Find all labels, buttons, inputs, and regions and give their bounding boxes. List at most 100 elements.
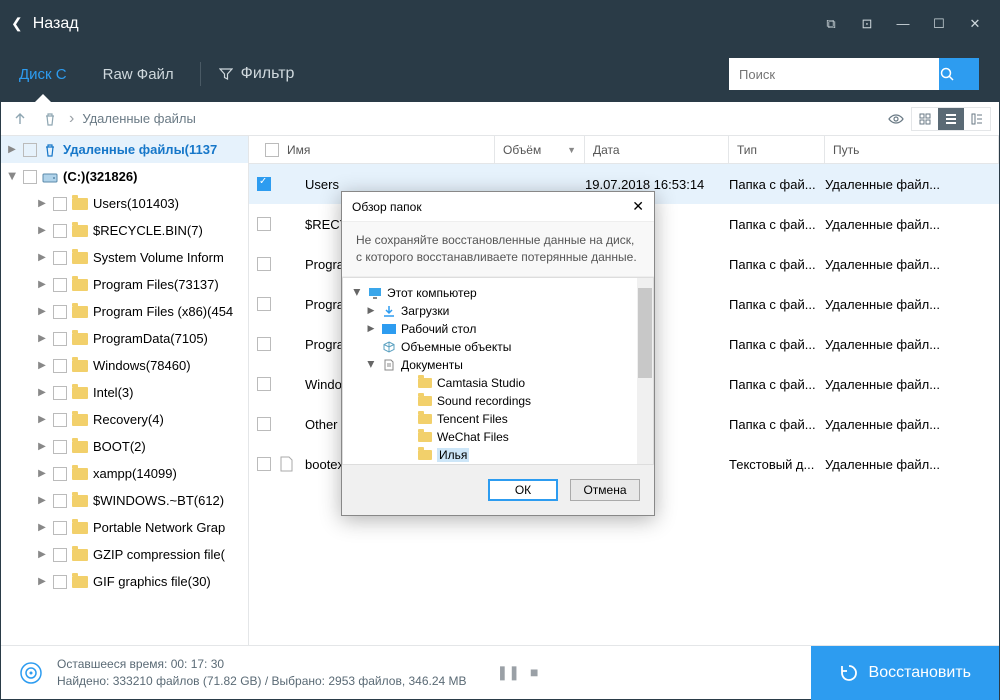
view-grid-button[interactable] (912, 108, 938, 130)
sidebar-folder[interactable]: ▶Program Files (x86)(454 (1, 298, 248, 325)
chevron-right-icon[interactable]: ▶ (35, 522, 49, 533)
stop-button[interactable]: ■ (530, 664, 538, 681)
back-button[interactable]: ❮ Назад (11, 15, 79, 33)
chevron-down-icon[interactable]: ▶ (366, 359, 377, 371)
tree-3d-objects[interactable]: Объемные объекты (343, 338, 653, 356)
sidebar-folder[interactable]: ▶Intel(3) (1, 379, 248, 406)
checkbox[interactable] (53, 413, 67, 427)
sidebar-folder[interactable]: ▶$RECYCLE.BIN(7) (1, 217, 248, 244)
tab-disk-c[interactable]: Диск C (1, 46, 85, 102)
view-list-button[interactable] (938, 108, 964, 130)
sidebar-deleted-files[interactable]: ▶ Удаленные файлы(1137 (1, 136, 248, 163)
preview-button[interactable] (883, 108, 909, 130)
up-button[interactable] (9, 108, 31, 130)
sidebar-folder[interactable]: ▶Recovery(4) (1, 406, 248, 433)
search-button[interactable] (939, 58, 979, 90)
chevron-down-icon[interactable]: ▶ (7, 170, 18, 184)
chevron-right-icon[interactable]: ▶ (35, 198, 49, 209)
chevron-right-icon[interactable]: ▶ (35, 333, 49, 344)
window-square2-icon[interactable]: ⊡ (858, 15, 876, 33)
dialog-title-bar[interactable]: Обзор папок ✕ (342, 192, 654, 222)
tree-folder[interactable]: WeChat Files (343, 428, 653, 446)
checkbox[interactable] (53, 359, 67, 373)
checkbox[interactable] (53, 251, 67, 265)
delete-button[interactable] (39, 108, 61, 130)
tree-folder[interactable]: Sound recordings (343, 392, 653, 410)
sidebar-folder[interactable]: ▶System Volume Inform (1, 244, 248, 271)
maximize-icon[interactable]: ☐ (930, 15, 948, 33)
checkbox[interactable] (257, 337, 271, 351)
sidebar-folder[interactable]: ▶Users(101403) (1, 190, 248, 217)
chevron-right-icon[interactable]: ▶ (365, 323, 377, 334)
tab-raw-file[interactable]: Raw Файл (85, 46, 192, 102)
sidebar-folder[interactable]: ▶GIF graphics file(30) (1, 568, 248, 595)
checkbox[interactable] (53, 305, 67, 319)
window-square1-icon[interactable]: ⧉ (822, 15, 840, 33)
sidebar-folder[interactable]: ▶$WINDOWS.~BT(612) (1, 487, 248, 514)
tree-music[interactable]: ▶ Музыка (343, 464, 653, 465)
checkbox[interactable] (53, 575, 67, 589)
checkbox[interactable] (257, 457, 271, 471)
dialog-close-button[interactable]: ✕ (632, 198, 644, 215)
chevron-right-icon[interactable]: ▶ (35, 225, 49, 236)
tree-this-pc[interactable]: ▶ Этот компьютер (343, 284, 653, 302)
checkbox[interactable] (257, 177, 271, 191)
tree-documents[interactable]: ▶ Документы (343, 356, 653, 374)
checkbox[interactable] (257, 297, 271, 311)
view-detail-button[interactable] (964, 108, 990, 130)
sidebar-folder[interactable]: ▶Portable Network Grap (1, 514, 248, 541)
col-date[interactable]: Дата (593, 143, 620, 157)
filter-button[interactable]: Фильтр (209, 65, 305, 83)
checkbox[interactable] (257, 377, 271, 391)
chevron-right-icon[interactable]: ▶ (365, 305, 377, 316)
tree-folder[interactable]: Tencent Files (343, 410, 653, 428)
tree-downloads[interactable]: ▶ Загрузки (343, 302, 653, 320)
sidebar-disk-c[interactable]: ▶ (C:)(321826) (1, 163, 248, 190)
checkbox[interactable] (53, 278, 67, 292)
col-name[interactable]: Имя (287, 143, 310, 157)
checkbox[interactable] (257, 257, 271, 271)
checkbox[interactable] (53, 440, 67, 454)
sidebar-folder[interactable]: ▶Windows(78460) (1, 352, 248, 379)
sidebar-folder[interactable]: ▶xampp(14099) (1, 460, 248, 487)
checkbox[interactable] (53, 548, 67, 562)
search-input[interactable] (729, 58, 939, 90)
close-icon[interactable]: ✕ (966, 15, 984, 33)
checkbox[interactable] (53, 521, 67, 535)
chevron-right-icon[interactable]: ▶ (35, 306, 49, 317)
checkbox[interactable] (53, 494, 67, 508)
col-path[interactable]: Путь (833, 143, 859, 157)
chevron-right-icon[interactable]: ▶ (35, 360, 49, 371)
chevron-right-icon[interactable]: ▶ (35, 576, 49, 587)
checkbox[interactable] (257, 217, 271, 231)
chevron-right-icon[interactable]: ▶ (35, 387, 49, 398)
checkbox[interactable] (53, 224, 67, 238)
pause-button[interactable]: ❚❚ (497, 664, 520, 681)
chevron-right-icon[interactable]: ▶ (35, 468, 49, 479)
sidebar-folder[interactable]: ▶GZIP compression file( (1, 541, 248, 568)
chevron-right-icon[interactable]: ▶ (5, 144, 19, 155)
tree-folder[interactable]: Илья (343, 446, 653, 464)
chevron-right-icon[interactable]: ▶ (35, 549, 49, 560)
tree-folder[interactable]: Camtasia Studio (343, 374, 653, 392)
ok-button[interactable]: ОК (488, 479, 558, 501)
col-type[interactable]: Тип (737, 143, 757, 157)
sidebar-folder[interactable]: ▶BOOT(2) (1, 433, 248, 460)
chevron-right-icon[interactable]: ▶ (35, 495, 49, 506)
chevron-right-icon[interactable]: ▶ (35, 252, 49, 263)
scrollbar[interactable] (637, 278, 653, 464)
checkbox-all[interactable] (265, 143, 279, 157)
chevron-right-icon[interactable]: ▶ (35, 279, 49, 290)
checkbox[interactable] (257, 417, 271, 431)
chevron-right-icon[interactable]: ▶ (35, 441, 49, 452)
checkbox[interactable] (53, 386, 67, 400)
checkbox[interactable] (53, 467, 67, 481)
cancel-button[interactable]: Отмена (570, 479, 640, 501)
minimize-icon[interactable]: — (894, 15, 912, 33)
checkbox[interactable] (23, 170, 37, 184)
tree-desktop[interactable]: ▶ Рабочий стол (343, 320, 653, 338)
col-size[interactable]: Объём (503, 143, 541, 157)
checkbox[interactable] (53, 197, 67, 211)
sidebar-folder[interactable]: ▶Program Files(73137) (1, 271, 248, 298)
checkbox[interactable] (53, 332, 67, 346)
